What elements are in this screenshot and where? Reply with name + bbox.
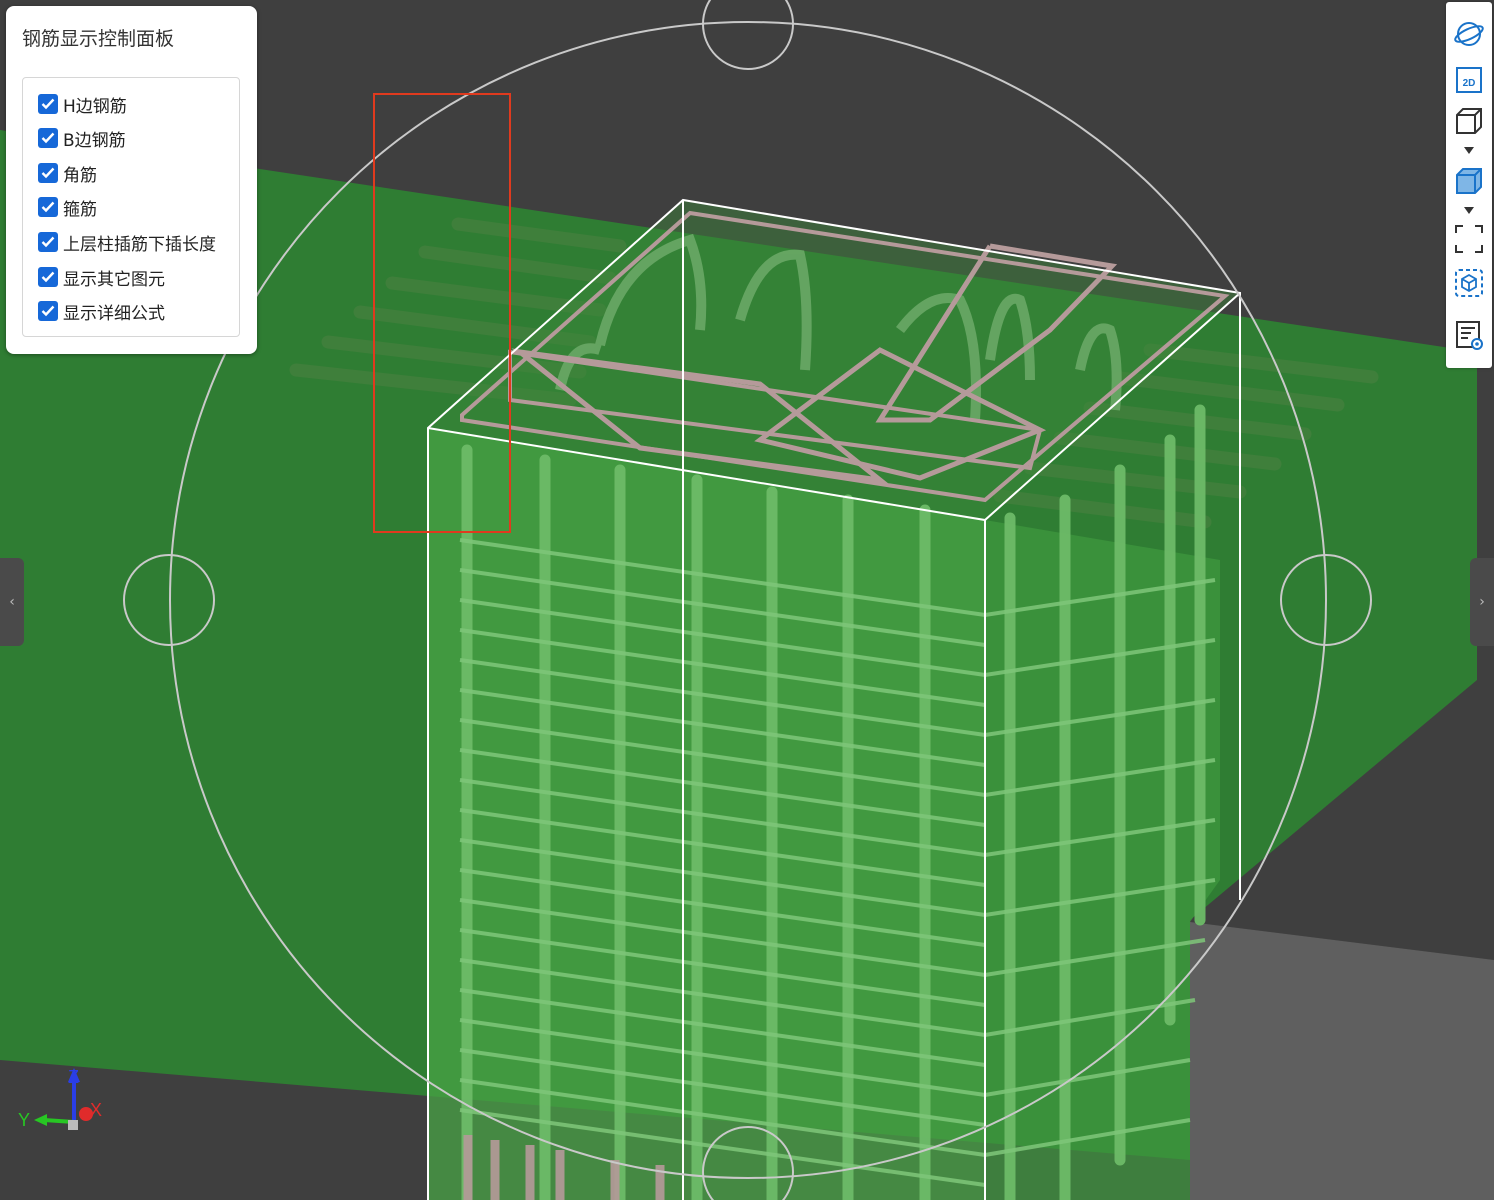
option-group: H边钢筋 B边钢筋 角筋 箍筋 上层柱插筋下插长度 显示其它图元 显示详细公式: [22, 77, 240, 337]
axis-z-label: Z: [68, 1067, 79, 1087]
checkbox-checked-icon[interactable]: [38, 267, 58, 287]
adjacent-block: [1190, 922, 1494, 1200]
rebar-display-control-panel: 钢筋显示控制面板 H边钢筋 B边钢筋 角筋 箍筋 上层柱插筋下插长度 显示其它图…: [6, 6, 257, 354]
wireframe-cube-icon: [1456, 108, 1482, 134]
checkbox-checked-icon[interactable]: [38, 94, 58, 114]
view-2d-button[interactable]: 2D: [1452, 62, 1486, 96]
properties-view-icon: [1456, 321, 1483, 350]
option-show-other-elements[interactable]: 显示其它图元: [38, 265, 165, 290]
orbit-icon: [1454, 22, 1484, 46]
orbit-button[interactable]: [1452, 17, 1486, 51]
chevron-left-icon: ‹: [9, 594, 15, 610]
option-label: 箍筋: [63, 199, 97, 220]
solid-cube-icon: [1456, 168, 1482, 194]
view-2d-icon: 2D: [1456, 67, 1482, 93]
option-label: 角筋: [63, 165, 97, 186]
right-collapse-tab[interactable]: ›: [1470, 558, 1494, 646]
properties-view-button[interactable]: [1452, 318, 1486, 352]
chevron-right-icon: ›: [1479, 594, 1485, 610]
checkbox-checked-icon[interactable]: [38, 163, 58, 183]
option-corner-rebar[interactable]: 角筋: [38, 161, 97, 186]
view-toolbar: 2D: [1446, 2, 1492, 368]
fit-view-button[interactable]: [1452, 222, 1486, 256]
axis-y-label: Y: [18, 1110, 30, 1130]
checkbox-checked-icon[interactable]: [38, 232, 58, 252]
wireframe-dropdown-caret[interactable]: [1464, 147, 1474, 155]
caret-down-icon: [1464, 207, 1474, 214]
wireframe-cube-button[interactable]: [1452, 104, 1486, 138]
checkbox-checked-icon[interactable]: [38, 128, 58, 148]
option-h-side-rebar[interactable]: H边钢筋: [38, 92, 127, 117]
option-label: H边钢筋: [63, 96, 127, 117]
option-label: B边钢筋: [63, 130, 126, 151]
solid-dropdown-caret[interactable]: [1464, 207, 1474, 215]
option-upper-column-dowel-length[interactable]: 上层柱插筋下插长度: [38, 230, 216, 255]
option-show-detailed-formula[interactable]: 显示详细公式: [38, 299, 165, 324]
isolate-view-button[interactable]: [1452, 266, 1486, 300]
left-collapse-tab[interactable]: ‹: [0, 558, 24, 646]
option-b-side-rebar[interactable]: B边钢筋: [38, 126, 126, 151]
option-label: 显示详细公式: [63, 303, 165, 324]
panel-title: 钢筋显示控制面板: [22, 28, 175, 50]
column-right-face: [985, 520, 1220, 1200]
svg-text:2D: 2D: [1463, 78, 1476, 89]
fit-view-icon: [1455, 225, 1483, 253]
caret-down-icon: [1464, 147, 1474, 154]
option-stirrup[interactable]: 箍筋: [38, 195, 97, 220]
option-label: 显示其它图元: [63, 269, 165, 290]
checkbox-checked-icon[interactable]: [38, 301, 58, 321]
axis-x-label: X: [90, 1100, 102, 1120]
isolate-view-icon: [1455, 269, 1483, 297]
checkbox-checked-icon[interactable]: [38, 197, 58, 217]
solid-cube-button[interactable]: [1452, 164, 1486, 198]
option-label: 上层柱插筋下插长度: [63, 234, 216, 255]
